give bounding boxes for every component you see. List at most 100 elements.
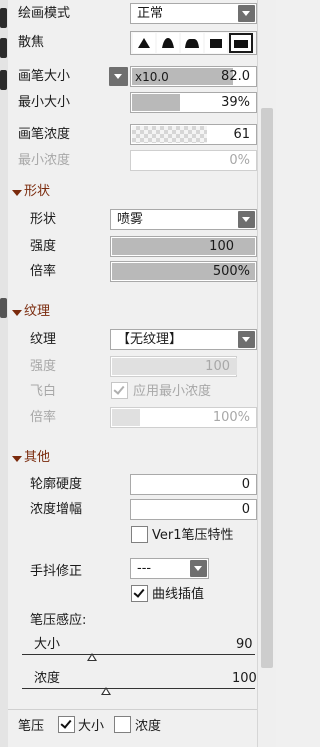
texture-strength-slider: 100	[110, 356, 237, 377]
min-size-fill	[132, 94, 180, 111]
shape-rate-label: 倍率	[30, 264, 57, 279]
checkmark-icon	[133, 586, 145, 598]
apply-min-density-label: 应用最小浓度	[133, 384, 212, 399]
chevron-down-icon	[238, 5, 255, 22]
footer-divider	[8, 709, 257, 710]
min-density-value: 0%	[229, 153, 250, 168]
brush-size-dropdown[interactable]	[109, 67, 128, 86]
density-label: 画笔浓度	[18, 127, 71, 142]
stabilizer-select[interactable]: ---	[130, 558, 209, 579]
pressure-density-value: 100	[232, 671, 257, 686]
shape-value: 喷雾	[117, 212, 144, 227]
footer-size-checkbox[interactable]	[58, 716, 75, 733]
texture-strength-label: 强度	[30, 359, 57, 374]
texture-section-title: 纹理	[24, 304, 51, 319]
shape-strength-slider[interactable]: 100	[110, 236, 257, 257]
texture-rate-fill	[112, 409, 140, 426]
flat-edge-icon	[210, 39, 222, 48]
min-density-slider: 0%	[130, 150, 257, 171]
shape-section-title: 形状	[24, 184, 51, 199]
pressure-size-label: 大小	[34, 637, 61, 652]
panel-tab-handle[interactable]	[0, 38, 7, 58]
blend-mode-select[interactable]: 正常	[130, 3, 257, 24]
footer-density-checkbox[interactable]	[114, 716, 131, 733]
texture-select[interactable]: 【无纹理】	[110, 329, 257, 350]
brush-size-label: 画笔大小	[18, 69, 71, 84]
blur-shape-option-3[interactable]	[181, 33, 203, 53]
pressure-density-track[interactable]	[22, 688, 255, 689]
density-gain-label: 浓度增幅	[30, 502, 83, 517]
stabilizer-value: ---	[137, 561, 152, 576]
ver1-pressure-label: Ver1笔压特性	[152, 528, 234, 543]
texture-strength-value: 100	[205, 359, 230, 374]
chevron-down-icon	[190, 560, 207, 577]
curve-interp-checkbox[interactable]	[131, 585, 148, 602]
edge-hardness-input[interactable]: 0	[130, 474, 257, 495]
density-slider[interactable]: 61	[130, 124, 257, 145]
caret-down-icon	[12, 310, 22, 316]
density-value: 61	[233, 127, 250, 142]
blur-label: 散焦	[18, 35, 45, 50]
texture-label: 纹理	[30, 332, 57, 347]
scrollbar-thumb[interactable]	[261, 108, 273, 668]
blend-mode-label: 绘画模式	[18, 6, 71, 21]
texture-rate-label: 倍率	[30, 410, 57, 425]
footer-size-label: 大小	[78, 719, 105, 734]
hard-edge-icon	[138, 38, 150, 48]
edge-hardness-value: 0	[241, 477, 250, 492]
min-size-value: 39%	[221, 95, 250, 110]
round-edge-icon	[185, 39, 199, 48]
min-density-label: 最小浓度	[18, 153, 71, 168]
panel-tab-handle[interactable]	[0, 70, 7, 90]
shape-rate-slider[interactable]: 500%	[110, 261, 257, 282]
pressure-title: 笔压感应:	[30, 613, 87, 628]
texture-rate-value: 100%	[212, 410, 250, 425]
blur-shape-option-4[interactable]	[205, 33, 227, 53]
shape-strength-label: 强度	[30, 239, 57, 254]
stabilizer-label: 手抖修正	[30, 564, 83, 579]
brush-size-multiplier: x10.0	[135, 70, 169, 84]
brush-size-value: 82.0	[221, 69, 250, 84]
left-panel-strip	[0, 0, 8, 747]
chevron-down-icon	[238, 331, 255, 348]
pressure-density-knob[interactable]	[101, 687, 111, 695]
footer-pressure-label: 笔压	[18, 719, 45, 734]
blur-shape-option-1[interactable]	[133, 33, 155, 53]
texture-rate-slider: 100%	[110, 407, 257, 428]
min-size-slider[interactable]: 39%	[130, 92, 257, 113]
vertical-scrollbar[interactable]	[257, 0, 276, 747]
density-gain-input[interactable]: 0	[130, 499, 257, 520]
shape-select[interactable]: 喷雾	[110, 209, 257, 230]
pressure-density-label: 浓度	[34, 671, 61, 686]
blur-shape-option-2[interactable]	[157, 33, 179, 53]
other-section-title: 其他	[24, 450, 51, 465]
pressure-size-track[interactable]	[22, 654, 255, 655]
soft-dome-icon	[162, 38, 174, 48]
panel-tab-handle[interactable]	[0, 8, 7, 28]
apply-min-density-checkbox	[111, 382, 128, 399]
caret-down-icon	[12, 456, 22, 462]
checkmark-icon	[113, 383, 125, 395]
min-size-label: 最小大小	[18, 95, 71, 110]
texture-value: 【无纹理】	[117, 332, 183, 347]
pressure-size-value: 90	[236, 637, 253, 652]
blend-mode-value: 正常	[137, 6, 164, 21]
chevron-down-icon	[114, 74, 122, 79]
density-fill	[132, 126, 207, 143]
blur-shape-option-5-selected[interactable]	[229, 33, 253, 53]
square-edge-icon	[234, 40, 248, 48]
shape-rate-value: 500%	[212, 264, 250, 279]
panel-tab-handle[interactable]	[0, 298, 7, 318]
caret-down-icon	[12, 190, 22, 196]
brush-size-slider[interactable]: x10.0 82.0	[130, 66, 257, 87]
shape-strength-value: 100	[209, 239, 234, 254]
footer-density-label: 浓度	[135, 719, 162, 734]
pressure-size-knob[interactable]	[87, 653, 97, 661]
chevron-down-icon	[238, 211, 255, 228]
flywhite-label: 飞白	[30, 384, 57, 399]
checkmark-icon	[60, 717, 72, 729]
edge-hardness-label: 轮廓硬度	[30, 477, 83, 492]
ver1-pressure-checkbox[interactable]	[131, 526, 148, 543]
curve-interp-label: 曲线插值	[152, 587, 205, 602]
shape-label: 形状	[30, 212, 57, 227]
